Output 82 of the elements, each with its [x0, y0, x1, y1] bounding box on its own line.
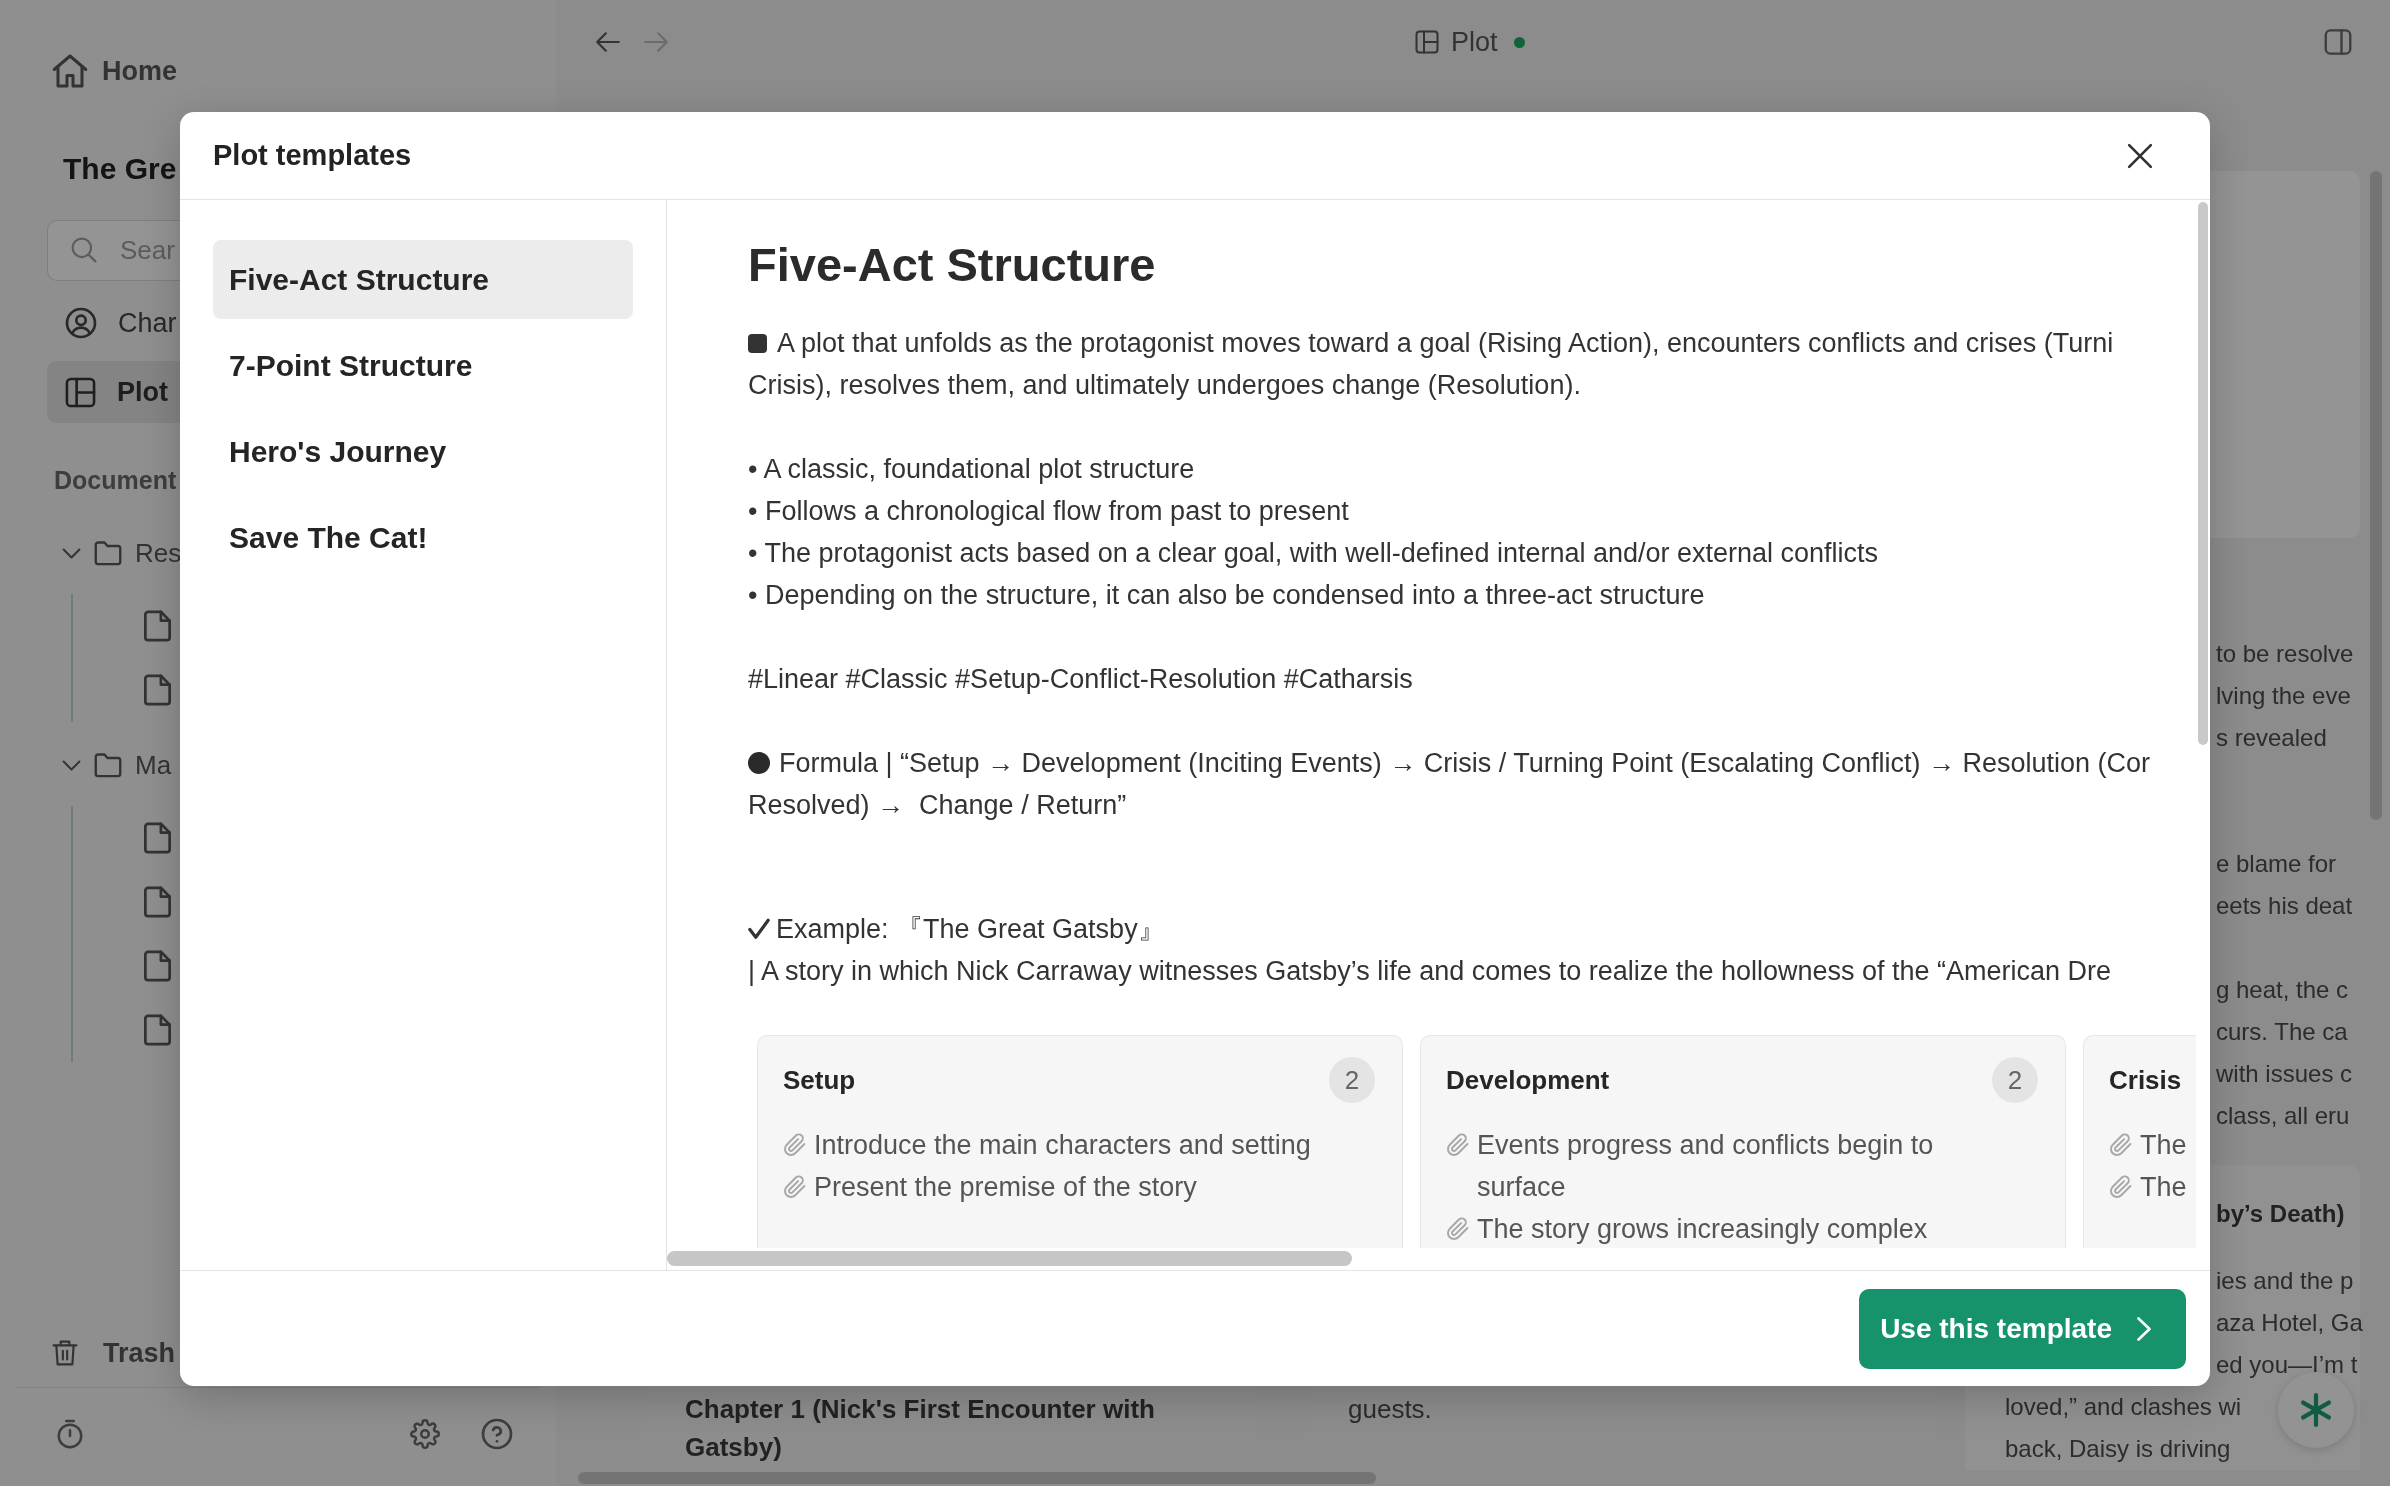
stage-title: Setup — [783, 1064, 856, 1096]
nav-item[interactable]: Char — [47, 292, 180, 354]
file-icon[interactable] — [144, 610, 171, 642]
card-text: loved,” and clashes wi back, Daisy is driving — [2005, 1392, 2242, 1464]
help-icon[interactable] — [481, 1418, 513, 1450]
bullet-item: • Follows a chronological flow from past to present — [748, 495, 1349, 528]
file-icon[interactable] — [144, 822, 171, 854]
template-heading: Five-Act Structure — [748, 237, 1156, 293]
stage-note: Present the premise of the story — [814, 1171, 1197, 1204]
asterisk-icon — [2299, 1393, 2333, 1427]
settings-icon[interactable] — [410, 1419, 440, 1449]
page-title: Plot — [1451, 26, 1498, 58]
description-text: A plot that unfolds as the protagonist moves toward a goal (Rising Action), encounters conflicts and crises (Turni — [777, 327, 2114, 360]
count-badge: 2 — [1329, 1057, 1375, 1103]
stage-title: Development — [1446, 1064, 1610, 1096]
stage-note: The story grows increasingly complex — [1477, 1213, 1928, 1246]
bullet-item: • Depending on the structure, it can also be condensed into a three-act structure — [748, 579, 1705, 612]
search-field[interactable]: Sear — [47, 220, 180, 281]
stage-note: Events progress and conflicts begin to surface — [1477, 1129, 1935, 1204]
timer-icon[interactable] — [55, 1418, 85, 1450]
card-text: guests. — [1348, 1393, 1432, 1426]
stage-note: Introduce the main characters and setting — [814, 1129, 1311, 1162]
folder-item[interactable]: Ma — [62, 743, 172, 787]
card-text: g heat, the c curs. The ca with issues c class, all eru — [2216, 975, 2353, 1131]
check-icon — [748, 918, 770, 940]
card-text: to be resolve lving the eve s revealed — [2216, 639, 2354, 753]
file-icon[interactable] — [144, 674, 171, 706]
file-icon[interactable] — [144, 950, 171, 982]
card-title: by’s Death) — [2216, 1199, 2345, 1229]
scrollbar-thumb[interactable] — [667, 1251, 1352, 1266]
section-label: Document — [54, 465, 177, 496]
example-text: | A story in which Nick Carraway witnesses Gatsby’s life and comes to realize the hollowness of the “American Dre — [748, 955, 2112, 988]
formula-text: Resolved) → Change / Return” — [748, 789, 1127, 822]
dialog-title: Plot templates — [213, 139, 412, 172]
card-text: e blame for eets his deat — [2216, 849, 2353, 921]
home-link[interactable]: Home — [52, 52, 177, 90]
paperclip-icon — [2109, 1133, 2133, 1157]
layout-icon — [1415, 30, 1439, 54]
chevron-right-icon — [2136, 1316, 2152, 1341]
file-icon[interactable] — [144, 1014, 171, 1046]
project-title: The Gre — [63, 151, 177, 187]
example-title: Example: 『The Great Gatsby』 — [776, 913, 1165, 946]
count-badge: 2 — [1992, 1057, 2038, 1103]
card-title: Chapter 1 (Nick's First Encounter with Gatsby) — [685, 1393, 1155, 1464]
card-text: ies and the p aza Hotel, Ga ed you—I’m t — [2216, 1266, 2363, 1380]
trash-link[interactable]: Trash — [52, 1333, 176, 1373]
paperclip-icon — [2109, 1175, 2133, 1199]
nav-item[interactable]: Plot — [47, 361, 180, 423]
scrollbar-thumb[interactable] — [578, 1472, 1376, 1484]
folder-icon — [92, 751, 124, 779]
search-icon — [71, 237, 97, 263]
folder-icon — [92, 539, 124, 567]
template-item[interactable]: Hero's Journey — [213, 412, 633, 491]
back-arrow-icon[interactable] — [595, 29, 621, 55]
scrollbar-thumb[interactable] — [2198, 202, 2208, 745]
file-icon[interactable] — [144, 886, 171, 918]
scrollbar-thumb[interactable] — [2370, 171, 2382, 820]
stage-note: The — [2140, 1171, 2187, 1204]
paperclip-icon — [1446, 1133, 1470, 1157]
formula-text: Formula | “Setup → Development (Inciting Events) → Crisis / Turning Point (Escalating Conflict) → Resolution (Cor — [779, 747, 2150, 780]
template-item[interactable]: 7-Point Structure — [213, 326, 633, 405]
bullet-item: • The protagonist acts based on a clear goal, with well-defined internal and/or external conflicts — [748, 537, 1879, 570]
bullet-item: • A classic, foundational plot structure — [748, 453, 1195, 486]
paperclip-icon — [1446, 1217, 1470, 1241]
close-icon — [2127, 142, 2153, 169]
layout-icon — [65, 376, 96, 408]
house-icon — [52, 53, 88, 89]
circle-bullet-icon — [748, 752, 770, 774]
person-icon — [65, 307, 97, 339]
stage-note: The — [2140, 1129, 2187, 1162]
paperclip-icon — [783, 1133, 807, 1157]
stage-title: Crisis — [2109, 1064, 2182, 1096]
sidebar-toggle-icon[interactable] — [2324, 28, 2352, 56]
paperclip-icon — [783, 1175, 807, 1199]
tag-line: #Linear #Classic #Setup-Conflict-Resolution #Catharsis — [748, 663, 1413, 696]
use-template-button[interactable]: Use this template — [1859, 1288, 2186, 1369]
trash-icon — [52, 1339, 78, 1367]
template-item[interactable]: Save The Cat! — [213, 498, 633, 577]
square-bullet-icon — [748, 333, 767, 353]
folder-item[interactable]: Res — [62, 531, 182, 575]
template-item[interactable]: Five-Act Structure — [213, 240, 633, 319]
description-text: Crisis), resolves them, and ultimately undergoes change (Resolution). — [748, 369, 1581, 402]
